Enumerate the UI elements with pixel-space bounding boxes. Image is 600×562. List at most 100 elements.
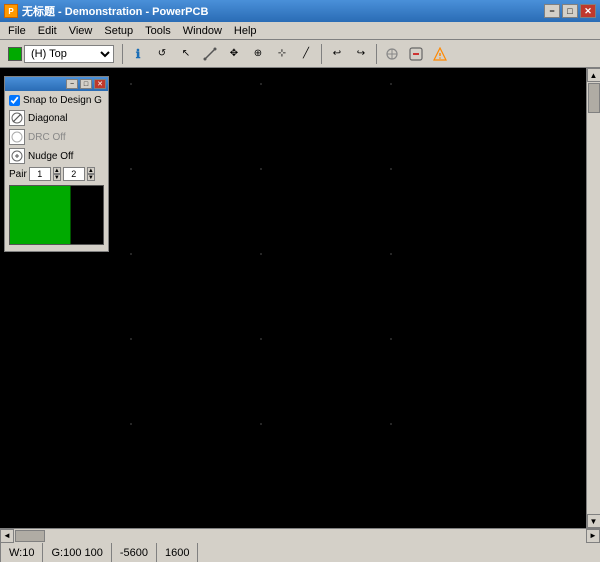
refresh-icon: ↺ xyxy=(158,48,166,59)
window-controls: − □ ✕ xyxy=(544,4,596,18)
panel-titlebar: − □ ✕ xyxy=(5,77,108,91)
panel-restore-button[interactable]: □ xyxy=(80,79,92,89)
toolbar-btn-route[interactable] xyxy=(199,43,221,65)
panel-close-button[interactable]: ✕ xyxy=(94,79,106,89)
app-icon: P xyxy=(4,4,18,18)
snap-checkbox[interactable] xyxy=(9,95,20,106)
grid-dot xyxy=(130,423,132,425)
scroll-thumb-horizontal[interactable] xyxy=(15,530,45,542)
scroll-up-button[interactable]: ▲ xyxy=(587,68,600,82)
x-coord: -5600 xyxy=(120,547,148,559)
floating-panel: − □ ✕ Snap to Design G xyxy=(4,76,109,252)
grid-dot xyxy=(260,168,262,170)
highlight-icon xyxy=(433,47,447,61)
menu-window[interactable]: Window xyxy=(177,24,228,38)
pair-spin-up-1[interactable]: ▲ xyxy=(53,167,61,174)
toolbar-btn-drc[interactable] xyxy=(405,43,427,65)
window-title: 无标题 - Demonstration - PowerPCB xyxy=(22,3,208,19)
select-icon: ↖ xyxy=(182,48,190,59)
toolbar-btn-highlight[interactable] xyxy=(429,43,451,65)
scroll-left-button[interactable]: ◄ xyxy=(0,529,14,543)
diagonal-svg xyxy=(11,112,23,124)
net-icon xyxy=(385,47,399,61)
grid-dot xyxy=(260,423,262,425)
nudge-icon xyxy=(9,148,25,164)
pair-input-1[interactable] xyxy=(29,167,51,181)
menu-help[interactable]: Help xyxy=(228,24,263,38)
nudge-label: Nudge Off xyxy=(28,151,73,162)
grid-dot xyxy=(130,168,132,170)
scroll-down-button[interactable]: ▼ xyxy=(587,514,600,528)
maximize-button[interactable]: □ xyxy=(562,4,578,18)
move-icon: ✥ xyxy=(230,48,238,59)
diagonal-icon xyxy=(9,110,25,126)
menu-edit[interactable]: Edit xyxy=(32,24,63,38)
pair-spinner-2: ▲ ▼ xyxy=(87,167,95,181)
toolbar: (H) Top Bottom Inner1 ℹ ↺ ↖ ✥ ⊕ ⊹ ╱ ↩ ↪ xyxy=(0,40,600,68)
diagonal-option-row: Diagonal xyxy=(9,110,104,126)
layer-dropdown-select[interactable]: (H) Top Bottom Inner1 xyxy=(24,45,114,63)
toolbar-btn-move[interactable]: ✥ xyxy=(223,43,245,65)
pcb-canvas[interactable]: − □ ✕ Snap to Design G xyxy=(0,68,586,528)
panel-content: Snap to Design G Diagonal xyxy=(5,91,108,251)
toolbar-btn-probe[interactable]: ╱ xyxy=(295,43,317,65)
route-icon xyxy=(203,47,217,61)
grid-dot xyxy=(390,83,392,85)
drc-option-row: DRC Off xyxy=(9,129,104,145)
width-label: W:10 xyxy=(9,547,34,559)
toolbar-sep-3 xyxy=(376,44,377,64)
toolbar-btn-select[interactable]: ↖ xyxy=(175,43,197,65)
drc-label: DRC Off xyxy=(28,132,66,143)
grid-dot xyxy=(390,423,392,425)
scroll-thumb-vertical[interactable] xyxy=(588,83,600,113)
status-x: -5600 xyxy=(112,543,157,562)
minimize-button[interactable]: − xyxy=(544,4,560,18)
status-y: 1600 xyxy=(157,543,198,562)
grid-dot xyxy=(390,338,392,340)
grid-dot xyxy=(390,253,392,255)
grid-dot xyxy=(260,83,262,85)
panel-minimize-button[interactable]: − xyxy=(66,79,78,89)
scroll-track-vertical[interactable] xyxy=(587,82,600,514)
scroll-track-horizontal[interactable] xyxy=(14,529,586,543)
redo-icon: ↪ xyxy=(357,48,365,59)
snap-label: Snap to Design G xyxy=(23,95,102,106)
right-scrollbar: ▲ ▼ xyxy=(586,68,600,528)
pair-spinner-1: ▲ ▼ xyxy=(53,167,61,181)
status-grid: G:100 100 xyxy=(43,543,111,562)
toolbar-btn-measure[interactable]: ⊹ xyxy=(271,43,293,65)
grid-dot xyxy=(260,253,262,255)
grid-label: G:100 100 xyxy=(51,547,102,559)
pair-input-2[interactable] xyxy=(63,167,85,181)
toolbar-btn-zoom[interactable]: ⊕ xyxy=(247,43,269,65)
layer-selector[interactable]: (H) Top Bottom Inner1 xyxy=(8,44,114,64)
toolbar-btn-net[interactable] xyxy=(381,43,403,65)
pair-spin-down-2[interactable]: ▼ xyxy=(87,174,95,181)
grid-dot xyxy=(130,338,132,340)
menu-view[interactable]: View xyxy=(63,24,99,38)
status-bar: W:10 G:100 100 -5600 1600 xyxy=(0,542,600,562)
pair-spin-down-1[interactable]: ▼ xyxy=(53,174,61,181)
pair-label: Pair xyxy=(9,169,27,180)
drc-off-icon xyxy=(9,129,25,145)
pair-row: Pair ▲ ▼ ▲ ▼ xyxy=(9,167,104,181)
diagonal-label: Diagonal xyxy=(28,113,67,124)
toolbar-btn-refresh[interactable]: ↺ xyxy=(151,43,173,65)
menu-tools[interactable]: Tools xyxy=(139,24,177,38)
measure-icon: ⊹ xyxy=(278,48,286,59)
grid-dot xyxy=(130,253,132,255)
probe-icon: ╱ xyxy=(303,48,309,59)
grid-dot xyxy=(390,168,392,170)
menu-setup[interactable]: Setup xyxy=(98,24,139,38)
info-icon: ℹ xyxy=(136,47,141,61)
title-bar: P 无标题 - Demonstration - PowerPCB − □ ✕ xyxy=(0,0,600,22)
toolbar-btn-redo[interactable]: ↪ xyxy=(350,43,372,65)
menu-file[interactable]: File xyxy=(2,24,32,38)
scroll-right-button[interactable]: ► xyxy=(586,529,600,543)
close-button[interactable]: ✕ xyxy=(580,4,596,18)
menu-bar: File Edit View Setup Tools Window Help xyxy=(0,22,600,40)
pair-spin-up-2[interactable]: ▲ xyxy=(87,167,95,174)
toolbar-btn-undo[interactable]: ↩ xyxy=(326,43,348,65)
toolbar-btn-info[interactable]: ℹ xyxy=(127,43,149,65)
drc-svg xyxy=(11,131,23,143)
